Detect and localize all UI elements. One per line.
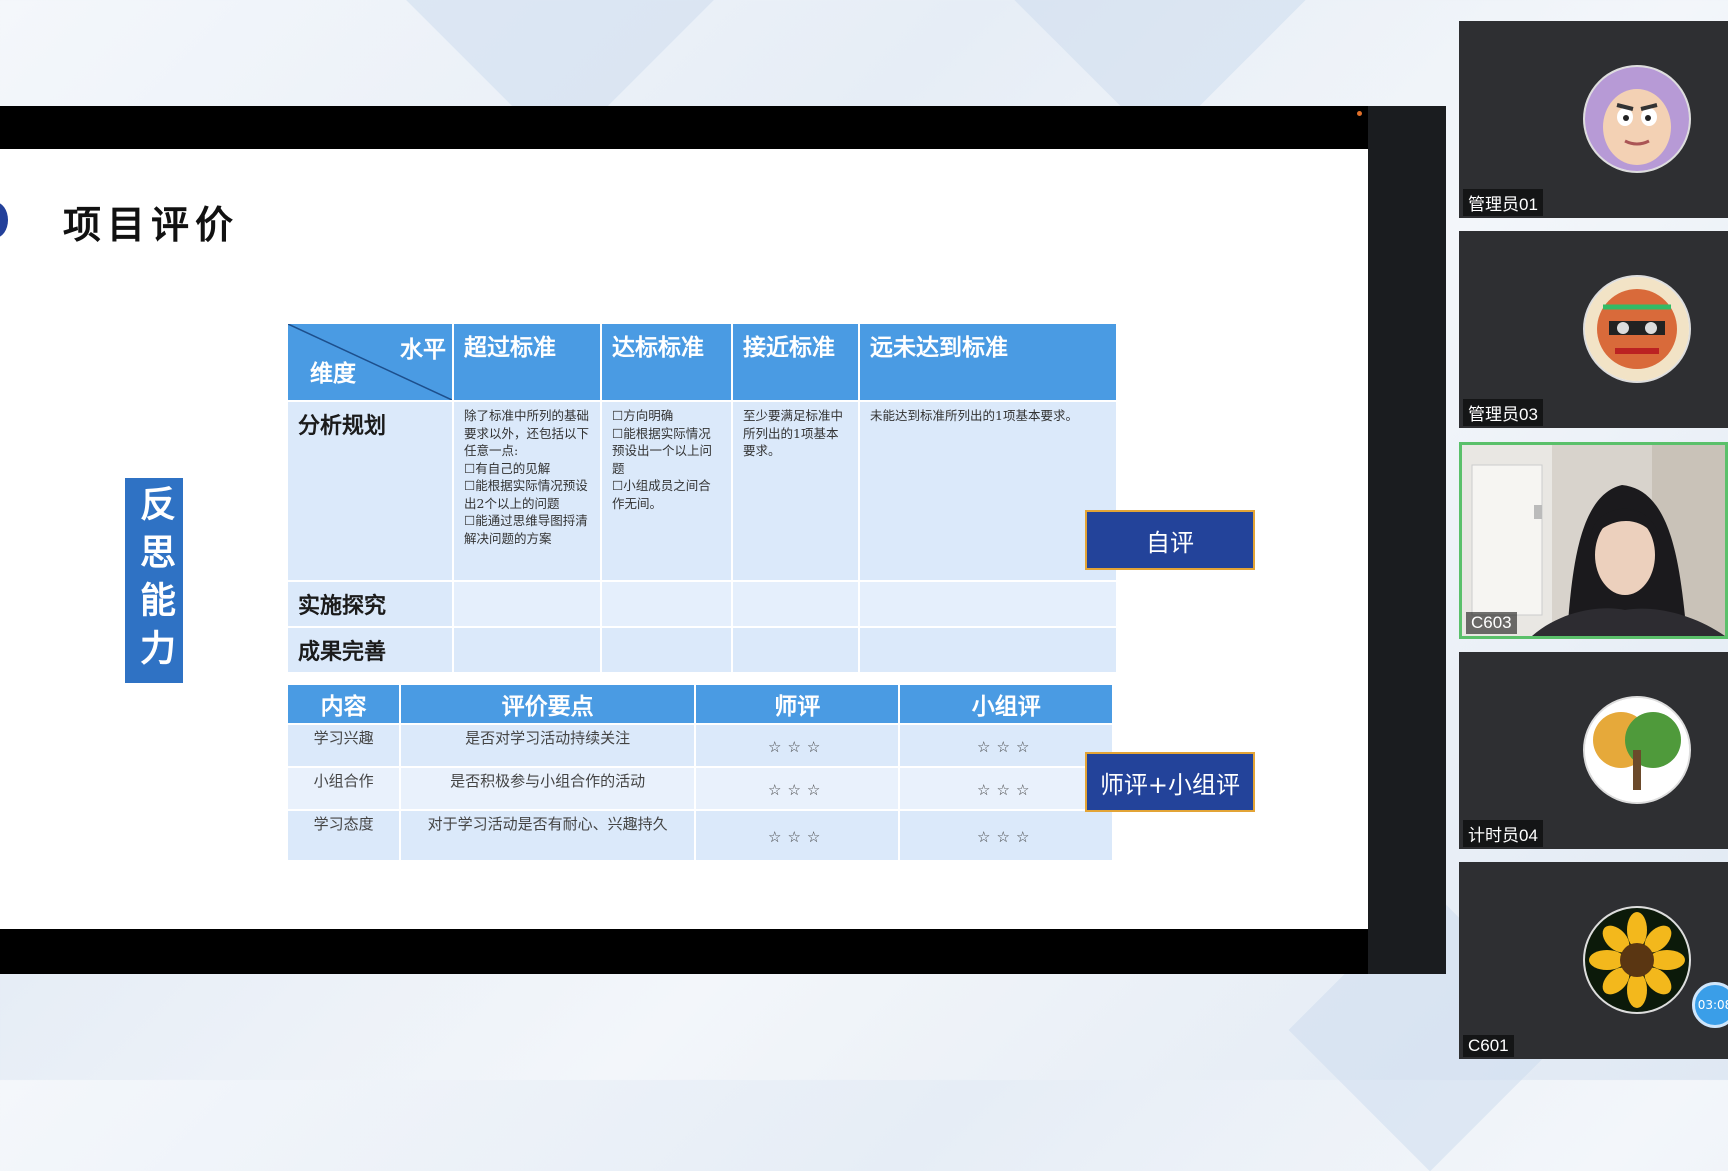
colorful-mask-avatar-icon (1583, 275, 1691, 383)
eval-column-header: 评价要点 (401, 685, 694, 723)
table-row: 学习态度 对于学习活动是否有耐心、兴趣持久 ☆☆☆ ☆☆☆ (288, 811, 1112, 860)
eval-content: 学习态度 (288, 811, 400, 860)
participant-name: C601 (1463, 1035, 1514, 1057)
participant-name: 管理员03 (1463, 399, 1543, 426)
row-header: 分析规划 (288, 402, 452, 580)
teacher-rating-stars: ☆☆☆ (695, 811, 899, 860)
column-header: 远未达到标准 (860, 324, 1116, 400)
presentation-slide: 项目评价 反思能力 水平 维度 超过标准 达标标准 接近标准 远未达到标准 分析… (0, 149, 1368, 929)
column-header: 达标标准 (602, 324, 731, 400)
vertical-label-text: 反思能力 (134, 484, 175, 677)
participant-tile[interactable]: 计时员04 (1459, 652, 1728, 849)
self-eval-button[interactable]: 自评 (1085, 510, 1255, 570)
participant-name: C603 (1466, 612, 1517, 634)
participant-tile[interactable]: 管理员03 (1459, 231, 1728, 428)
rubric-cell: 除了标准中所列的基础要求以外，还包括以下任意一点: ☐有自己的见解 ☐能根据实际… (454, 402, 600, 580)
table-row: 学习兴趣 是否对学习活动持续关注 ☆☆☆ ☆☆☆ (288, 725, 1112, 766)
participant-tile[interactable]: C601 (1459, 862, 1728, 1059)
column-header: 接近标准 (733, 324, 858, 400)
eval-content: 学习兴趣 (288, 725, 400, 766)
rubric-cell (454, 628, 600, 672)
rubric-cell (860, 628, 1116, 672)
slide-side-strip (1368, 106, 1446, 974)
eval-content: 小组合作 (288, 768, 400, 809)
eval-point: 是否对学习活动持续关注 (401, 725, 694, 766)
slide-title: 项目评价 (63, 203, 240, 247)
eval-point: 对于学习活动是否有耐心、兴趣持久 (401, 811, 694, 860)
rubric-cell: ☐方向明确 ☐能根据实际情况预设出一个以上问题 ☐小组成员之间合作无间。 (602, 402, 731, 580)
eval-column-header: 内容 (288, 685, 400, 723)
participant-tile[interactable]: 管理员01 (1459, 21, 1728, 218)
eval-column-header: 小组评 (900, 685, 1112, 723)
rubric-table: 水平 维度 超过标准 达标标准 接近标准 远未达到标准 分析规划 除了标准中所列… (286, 322, 1118, 674)
teacher-group-eval-button[interactable]: 师评+小组评 (1085, 752, 1255, 812)
header-dimension: 维度 (310, 361, 356, 387)
rubric-cell (733, 582, 858, 626)
participant-name: 计时员04 (1463, 820, 1543, 847)
teacher-rating-stars: ☆☆☆ (695, 725, 899, 766)
tree-avatar-icon (1583, 696, 1691, 804)
shared-screen: 项目评价 反思能力 水平 维度 超过标准 达标标准 接近标准 远未达到标准 分析… (0, 106, 1446, 974)
evaluation-table: 内容 评价要点 师评 小组评 学习兴趣 是否对学习活动持续关注 ☆☆☆ ☆☆☆ … (286, 683, 1114, 862)
buzz-cartoon-avatar-icon (1583, 65, 1691, 173)
column-header: 超过标准 (454, 324, 600, 400)
rubric-cell (860, 582, 1116, 626)
eval-column-header: 师评 (695, 685, 899, 723)
sunflower-avatar-icon (1583, 906, 1691, 1014)
rubric-corner-header: 水平 维度 (288, 324, 452, 400)
rubric-cell (602, 582, 731, 626)
title-bullet-icon (0, 202, 8, 238)
teacher-rating-stars: ☆☆☆ (695, 768, 899, 809)
rubric-cell (454, 582, 600, 626)
table-row: 小组合作 是否积极参与小组合作的活动 ☆☆☆ ☆☆☆ (288, 768, 1112, 809)
rubric-cell (733, 628, 858, 672)
participant-name: 管理员01 (1463, 189, 1543, 216)
rubric-cell: 至少要满足标准中所列出的1项基本要求。 (733, 402, 858, 580)
group-rating-stars: ☆☆☆ (900, 725, 1112, 766)
group-rating-stars: ☆☆☆ (900, 811, 1112, 860)
rubric-cell (602, 628, 731, 672)
vertical-section-label: 反思能力 (125, 478, 183, 683)
header-level: 水平 (400, 337, 446, 363)
recording-dot (1357, 111, 1362, 116)
row-header: 实施探究 (288, 582, 452, 626)
row-header: 成果完善 (288, 628, 452, 672)
participant-tile-active[interactable]: C603 (1459, 442, 1728, 639)
group-rating-stars: ☆☆☆ (900, 768, 1112, 809)
rubric-cell: 未能达到标准所列出的1项基本要求。 (860, 402, 1116, 580)
participant-video-feed (1462, 445, 1725, 636)
eval-point: 是否积极参与小组合作的活动 (401, 768, 694, 809)
